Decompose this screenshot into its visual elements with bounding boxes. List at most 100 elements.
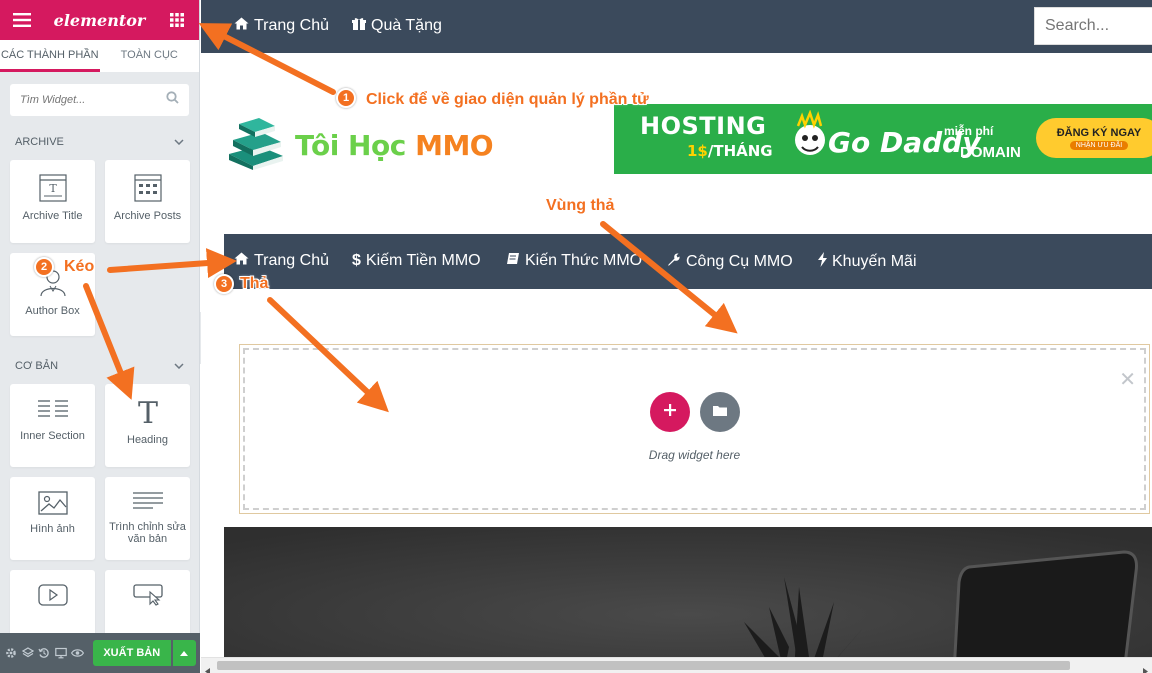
widget-label: Hình ảnh bbox=[30, 523, 75, 535]
main-nav-make-money[interactable]: $ Kiếm Tiền MMO bbox=[352, 252, 481, 270]
dollar-icon: $ bbox=[352, 252, 361, 269]
dropzone-inner: ✕ Drag widget here bbox=[243, 348, 1146, 510]
panel-tabs: CÁC THÀNH PHẦN TOÀN CỤC bbox=[0, 40, 199, 72]
top-nav-gift[interactable]: Quà Tặng bbox=[352, 17, 442, 35]
archive-title-icon: T bbox=[38, 174, 67, 202]
category-archive[interactable]: ARCHIVE bbox=[0, 124, 199, 160]
main-navbar: Trang Chủ $ Kiếm Tiền MMO Kiến Thức MMO … bbox=[224, 234, 1152, 289]
tab-elements[interactable]: CÁC THÀNH PHẦN bbox=[0, 40, 100, 72]
search-icon bbox=[166, 91, 179, 109]
widget-label: Archive Posts bbox=[113, 210, 182, 222]
publish-options-button[interactable] bbox=[172, 640, 196, 666]
book-icon bbox=[506, 252, 520, 270]
heading-icon: T bbox=[134, 398, 162, 426]
widget-search-input[interactable] bbox=[20, 94, 160, 106]
widgets-grid-icon[interactable] bbox=[167, 10, 187, 30]
godaddy-mascot-icon bbox=[790, 109, 830, 174]
panel-footer: XUẤT BẢN bbox=[0, 633, 200, 673]
main-nav-promotions-label: Khuyến Mãi bbox=[832, 253, 917, 270]
preview-eye-icon[interactable] bbox=[70, 646, 85, 661]
main-nav-knowledge[interactable]: Kiến Thức MMO bbox=[506, 252, 642, 270]
publish-button[interactable]: XUẤT BẢN bbox=[92, 640, 171, 666]
drop-zone-note: Vùng thả bbox=[546, 197, 615, 214]
gift-icon bbox=[352, 17, 366, 35]
plus-icon bbox=[663, 403, 676, 421]
responsive-desktop-icon[interactable] bbox=[54, 646, 69, 661]
scroll-right-arrow-icon[interactable] bbox=[1143, 662, 1148, 673]
main-nav-promotions[interactable]: Khuyến Mãi bbox=[818, 252, 917, 272]
widget-archive-posts[interactable]: Archive Posts bbox=[105, 160, 190, 243]
widget-label: Heading bbox=[127, 434, 168, 446]
close-icon[interactable]: ✕ bbox=[1119, 370, 1136, 390]
bolt-icon bbox=[818, 252, 827, 272]
home-icon bbox=[234, 252, 249, 270]
widget-heading[interactable]: T Heading bbox=[105, 384, 190, 467]
widget-archive-title[interactable]: T Archive Title bbox=[10, 160, 95, 243]
banner-hosting-text: HOSTING bbox=[640, 112, 767, 140]
widget-text-editor[interactable]: Trình chỉnh sửa văn bản bbox=[105, 477, 190, 560]
main-nav-tools-label: Công Cụ MMO bbox=[686, 252, 793, 270]
top-nav-home[interactable]: Trang Chủ bbox=[234, 17, 329, 35]
panel-header: elementor bbox=[0, 0, 199, 40]
archive-widget-grid: T Archive Title Archive Posts Author Box bbox=[0, 160, 199, 336]
banner-cta-label: ĐĂNG KÝ NGAY bbox=[1056, 126, 1142, 139]
widget-label: Inner Section bbox=[20, 430, 85, 442]
widget-label: Author Box bbox=[25, 305, 80, 317]
history-icon[interactable] bbox=[37, 646, 52, 661]
add-section-button[interactable] bbox=[649, 392, 690, 432]
logo-text-part2: MMO bbox=[415, 129, 494, 162]
basic-widget-grid: Inner Section T Heading Hình ảnh Trình c… bbox=[0, 384, 199, 653]
wrench-icon bbox=[667, 252, 681, 271]
godaddy-ad-banner[interactable]: HOSTING 1$/THÁNG Go Daddy miễn phí DOMAI… bbox=[614, 104, 1152, 174]
site-logo[interactable]: Tôi Học MMO bbox=[225, 116, 494, 175]
step-3-badge: 3 bbox=[214, 274, 234, 294]
banner-signup-button[interactable]: ĐĂNG KÝ NGAY NHẬN ƯU ĐÃI bbox=[1036, 118, 1152, 158]
widget-image[interactable]: Hình ảnh bbox=[10, 477, 95, 560]
main-nav-home[interactable]: Trang Chủ bbox=[234, 252, 329, 270]
inner-section-icon bbox=[37, 398, 68, 422]
step-1-badge: 1 bbox=[336, 88, 356, 108]
top-nav-gift-label: Quà Tặng bbox=[371, 17, 442, 34]
video-icon bbox=[37, 584, 68, 606]
elementor-logo: elementor bbox=[53, 10, 146, 30]
main-nav-knowledge-label: Kiến Thức MMO bbox=[525, 252, 643, 269]
widget-inner-section[interactable]: Inner Section bbox=[10, 384, 95, 467]
tab-global[interactable]: TOÀN CỤC bbox=[100, 40, 200, 72]
banner-price: 1$/THÁNG bbox=[687, 142, 773, 160]
category-basic-label: CƠ BẢN bbox=[15, 360, 59, 372]
top-navbar: Trang Chủ Quà Tặng bbox=[201, 0, 1152, 53]
folder-icon bbox=[712, 403, 727, 421]
step-2-note: Kéo bbox=[64, 258, 95, 275]
widget-label: Archive Title bbox=[22, 210, 83, 222]
category-basic[interactable]: CƠ BẢN bbox=[0, 348, 199, 384]
widget-search bbox=[10, 84, 189, 116]
main-nav-home-label: Trang Chủ bbox=[254, 252, 329, 269]
site-logo-text: Tôi Học MMO bbox=[295, 129, 494, 162]
archive-posts-icon bbox=[133, 174, 162, 202]
scroll-left-arrow-icon[interactable] bbox=[205, 662, 210, 673]
hamburger-menu-icon[interactable] bbox=[12, 10, 32, 30]
dropzone-buttons bbox=[245, 392, 1144, 432]
main-nav-make-money-label: Kiếm Tiền MMO bbox=[365, 252, 481, 269]
banner-price-unit: /THÁNG bbox=[707, 142, 773, 160]
navigator-layers-icon[interactable] bbox=[21, 646, 36, 661]
step-1-note: Click để về giao diện quản lý phần tử bbox=[366, 91, 649, 108]
settings-gear-icon[interactable] bbox=[4, 646, 19, 661]
empty-section-dropzone[interactable]: ✕ Drag widget here bbox=[239, 344, 1150, 514]
horizontal-scrollbar[interactable] bbox=[201, 657, 1152, 673]
category-archive-label: ARCHIVE bbox=[15, 136, 64, 148]
widget-label: Trình chỉnh sửa văn bản bbox=[109, 521, 186, 546]
dropzone-hint: Drag widget here bbox=[648, 448, 741, 462]
main-nav-tools[interactable]: Công Cụ MMO bbox=[667, 252, 793, 271]
step-3-note: Thả bbox=[240, 275, 269, 292]
banner-domain-text: DOMAIN bbox=[960, 144, 1021, 161]
chevron-down-icon bbox=[174, 360, 184, 372]
site-search-input[interactable] bbox=[1034, 7, 1152, 45]
image-icon bbox=[37, 491, 68, 515]
books-logo-icon bbox=[225, 116, 287, 175]
home-icon bbox=[234, 17, 249, 35]
banner-cta-sublabel: NHẬN ƯU ĐÃI bbox=[1069, 140, 1129, 150]
add-template-button[interactable] bbox=[699, 392, 740, 432]
chevron-down-icon bbox=[174, 136, 184, 148]
scrollbar-thumb[interactable] bbox=[217, 661, 1070, 670]
